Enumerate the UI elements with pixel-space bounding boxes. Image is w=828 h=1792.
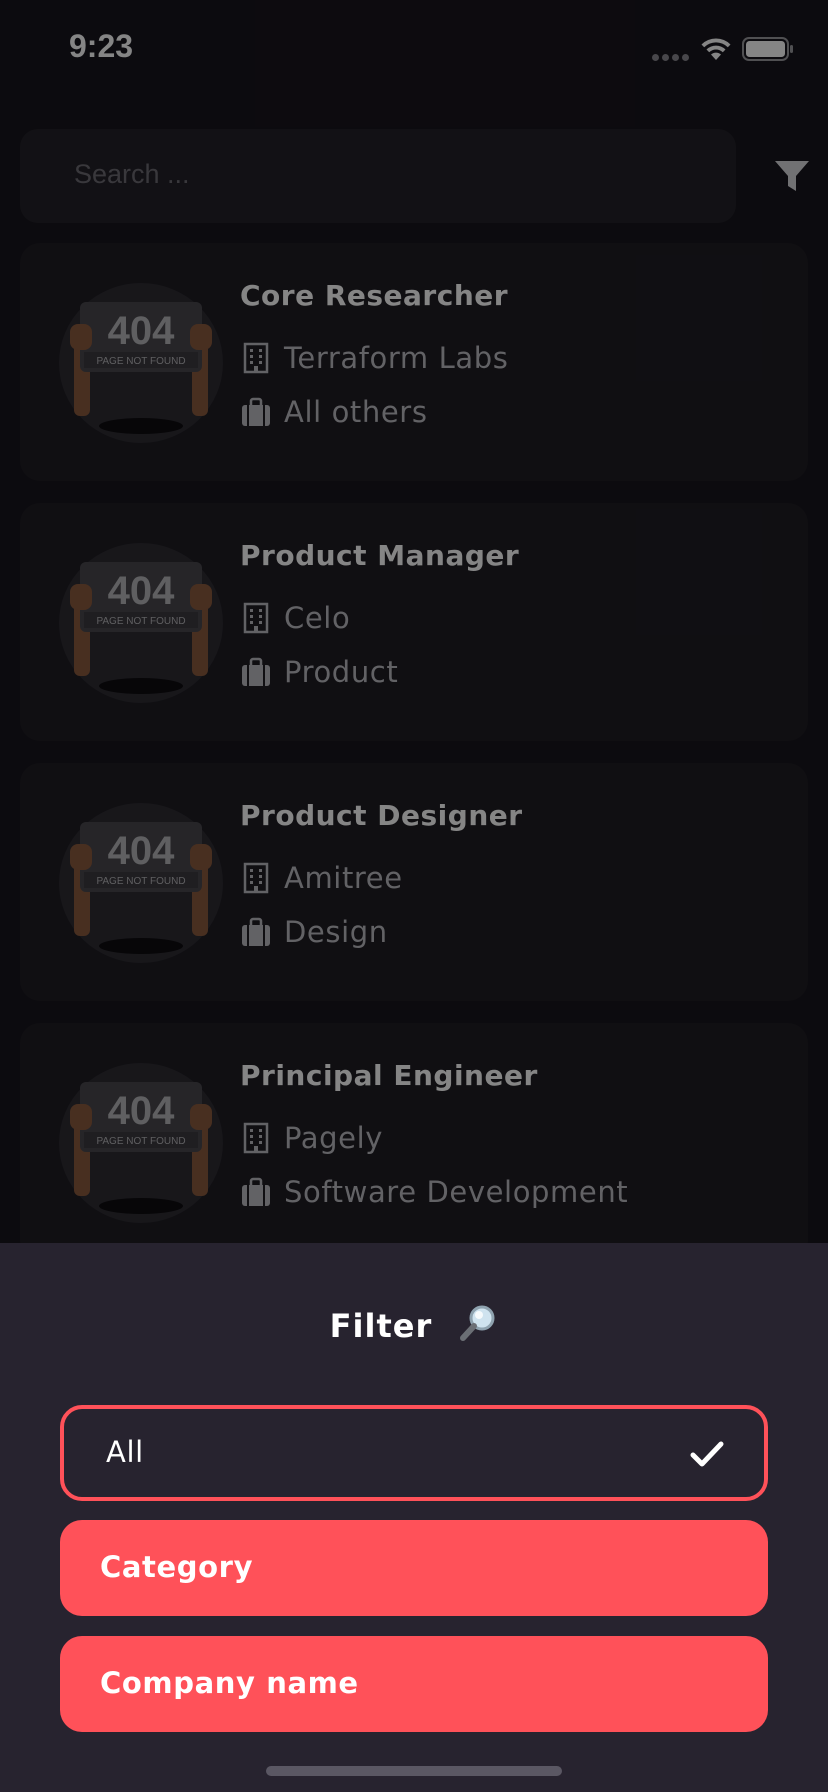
sheet-title-row: Filter: [0, 1303, 828, 1345]
filter-option-category[interactable]: Category: [60, 1520, 768, 1616]
checkmark-icon: [690, 1441, 724, 1467]
sheet-title: Filter: [329, 1307, 433, 1345]
filter-bottom-sheet: Filter All Category Company name: [0, 1243, 828, 1792]
home-indicator[interactable]: [266, 1766, 562, 1776]
filter-option-label: All: [106, 1435, 144, 1469]
modal-backdrop[interactable]: [0, 0, 828, 1243]
filter-option-label: Category: [100, 1550, 254, 1584]
filter-option-label: Company name: [100, 1666, 359, 1700]
filter-option-all[interactable]: All: [60, 1405, 768, 1501]
magnifying-glass-icon: [460, 1305, 495, 1341]
app-screen: 9:23 Search ... 404 PAGE NOT FOUND Core …: [0, 0, 828, 1792]
filter-option-company-name[interactable]: Company name: [60, 1636, 768, 1732]
